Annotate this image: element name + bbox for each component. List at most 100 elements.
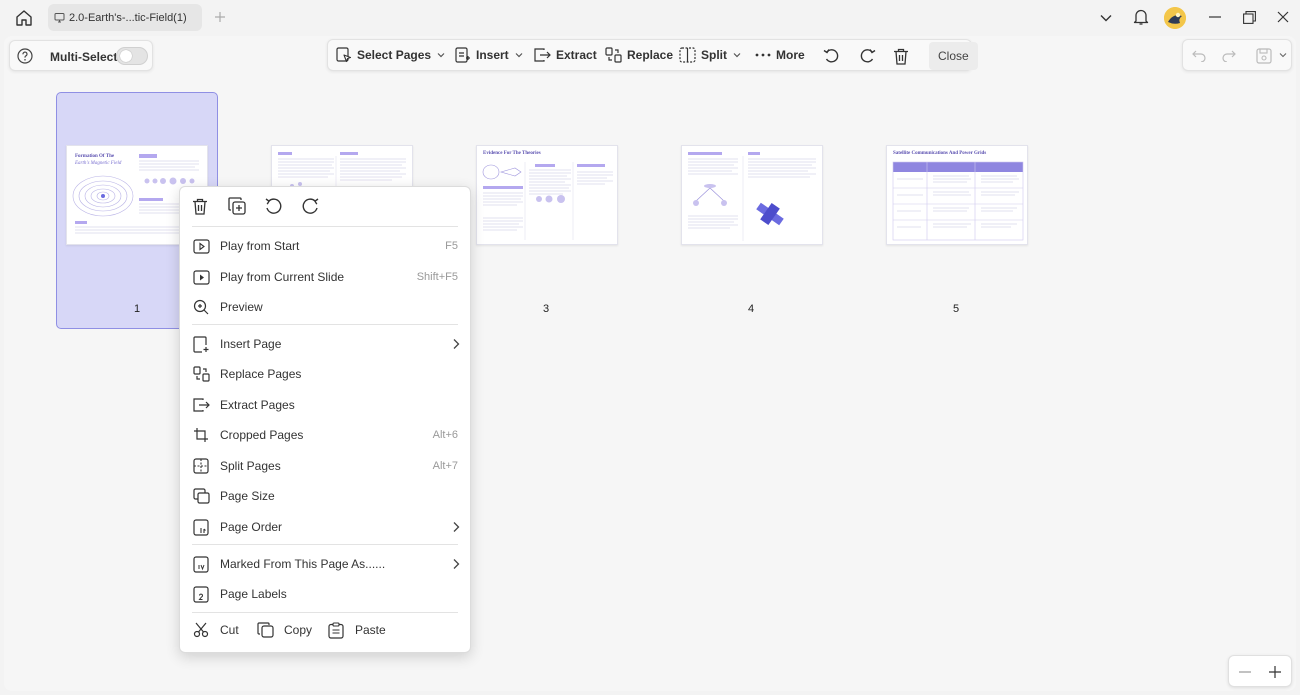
menu-item-label: Marked From This Page As...... [220, 557, 386, 571]
title-bar: 2.0-Earth's-...tic-Field(1) [0, 0, 1300, 36]
chevron-down-icon[interactable] [1278, 50, 1288, 60]
menu-item-shortcut: Alt+7 [432, 460, 458, 472]
roman-numeral-icon [191, 554, 211, 574]
menu-item-replace-pages[interactable]: Replace Pages [188, 360, 464, 388]
rotate-left-icon[interactable] [262, 195, 284, 217]
menu-item-label: Cropped Pages [220, 428, 304, 442]
split-icon [679, 47, 696, 63]
more-icon [755, 53, 771, 57]
page-labels-icon [191, 584, 211, 604]
document-tab-title: 2.0-Earth's-...tic-Field(1) [69, 11, 187, 24]
insert-icon [455, 47, 470, 63]
page-thumbnail-5[interactable]: Satellite Communications And Power Grids [886, 145, 1028, 245]
chevron-right-icon [452, 338, 460, 350]
delete-icon[interactable] [891, 46, 911, 66]
menu-item-preview[interactable]: Preview [188, 293, 464, 321]
menu-item-label: Play from Start [220, 239, 300, 253]
page-3-illustration [482, 162, 613, 240]
replace-button[interactable]: Replace [605, 40, 673, 70]
zoom-controls [1228, 655, 1292, 687]
select-pages-button[interactable]: Select Pages [336, 40, 451, 70]
replace-icon [191, 364, 211, 384]
menu-item-label: Insert Page [220, 337, 282, 351]
page-thumbnail-4[interactable] [681, 145, 823, 245]
rotate-right-icon[interactable] [300, 195, 322, 217]
chevron-down-icon [733, 53, 741, 58]
save-icon[interactable] [1254, 46, 1274, 66]
extract-icon [191, 395, 211, 415]
menu-item-label: Split Pages [220, 459, 281, 473]
page-thumbnail-3[interactable]: Evidence For The Theories [476, 145, 618, 245]
close-window-icon[interactable] [1274, 8, 1292, 26]
paste-button[interactable]: Paste [323, 616, 403, 644]
delete-icon[interactable] [189, 195, 211, 217]
rotate-left-icon[interactable] [822, 46, 842, 66]
menu-item-label: Page Size [220, 489, 275, 503]
rotate-right-icon[interactable] [857, 46, 877, 66]
menu-item-split-pages[interactable]: Split Pages Alt+7 [188, 452, 464, 480]
cut-button[interactable]: Cut [188, 616, 258, 644]
scissors-icon [191, 620, 211, 640]
page-5-table [892, 161, 1024, 241]
menu-item-play-from-current-slide[interactable]: Play from Current Slide Shift+F5 [188, 263, 464, 291]
menu-item-cropped-pages[interactable]: Cropped Pages Alt+6 [188, 421, 464, 449]
menu-divider [192, 612, 458, 613]
menu-item-play-from-start[interactable]: Play from Start F5 [188, 232, 464, 260]
insert-label: Insert [476, 48, 509, 62]
menu-item-shortcut: Alt+6 [432, 429, 458, 441]
menu-item-extract-pages[interactable]: Extract Pages [188, 391, 464, 419]
menu-item-page-labels[interactable]: Page Labels [188, 580, 464, 608]
close-button[interactable]: Close [929, 42, 978, 70]
page-order-icon [191, 517, 211, 537]
page-context-menu: Play from Start F5 Play from Current Sli… [179, 186, 471, 653]
menu-divider [192, 226, 458, 227]
play-current-icon [191, 267, 211, 287]
new-tab-icon[interactable] [212, 9, 228, 25]
copy-icon [255, 620, 275, 640]
menu-item-shortcut: Shift+F5 [416, 271, 458, 283]
split-label: Split [701, 48, 727, 62]
minimize-icon[interactable] [1206, 8, 1224, 26]
copy-label: Copy [284, 623, 313, 637]
chevron-down-icon[interactable] [1098, 10, 1114, 26]
menu-item-page-order[interactable]: Page Order [188, 513, 464, 541]
page-size-icon [191, 486, 211, 506]
select-pages-label: Select Pages [357, 48, 432, 62]
menu-item-page-size[interactable]: Page Size [188, 482, 464, 510]
page-number-3: 3 [542, 303, 550, 315]
paste-icon [326, 620, 346, 640]
undo-icon[interactable] [1190, 47, 1208, 65]
menu-divider [192, 324, 458, 325]
duplicate-icon[interactable] [226, 195, 248, 217]
notification-bell-icon[interactable] [1131, 7, 1151, 27]
page-number-5: 5 [952, 303, 960, 315]
extract-button[interactable]: Extract [534, 40, 597, 70]
more-button[interactable]: More [755, 40, 805, 70]
chevron-down-icon [515, 53, 523, 58]
zoom-out-icon[interactable] [1237, 664, 1253, 680]
document-tab[interactable]: 2.0-Earth's-...tic-Field(1) [48, 4, 202, 31]
cut-label: Cut [220, 623, 239, 637]
main-toolbar: Select Pages Insert Extract Replace Spli… [327, 39, 978, 71]
home-icon[interactable] [14, 8, 34, 28]
zoom-in-icon[interactable] [1267, 664, 1283, 680]
replace-icon [605, 47, 622, 63]
copy-button[interactable]: Copy [252, 616, 322, 644]
insert-page-icon [191, 334, 211, 354]
restore-icon[interactable] [1240, 8, 1258, 26]
more-label: More [776, 48, 805, 62]
avatar[interactable] [1164, 7, 1186, 29]
help-icon[interactable] [16, 47, 34, 65]
menu-item-label: Play from Current Slide [220, 270, 345, 284]
menu-item-marked-from-this-page[interactable]: Marked From This Page As...... [188, 550, 464, 578]
select-pages-icon [336, 47, 352, 63]
redo-icon[interactable] [1220, 47, 1238, 65]
insert-button[interactable]: Insert [455, 40, 529, 70]
multi-select-toggle[interactable] [116, 47, 148, 65]
page-number-4: 4 [747, 303, 755, 315]
menu-item-insert-page[interactable]: Insert Page [188, 330, 464, 358]
document-icon [54, 12, 65, 23]
menu-divider [192, 544, 458, 545]
menu-item-label: Replace Pages [220, 367, 302, 381]
split-button[interactable]: Split [679, 40, 747, 70]
